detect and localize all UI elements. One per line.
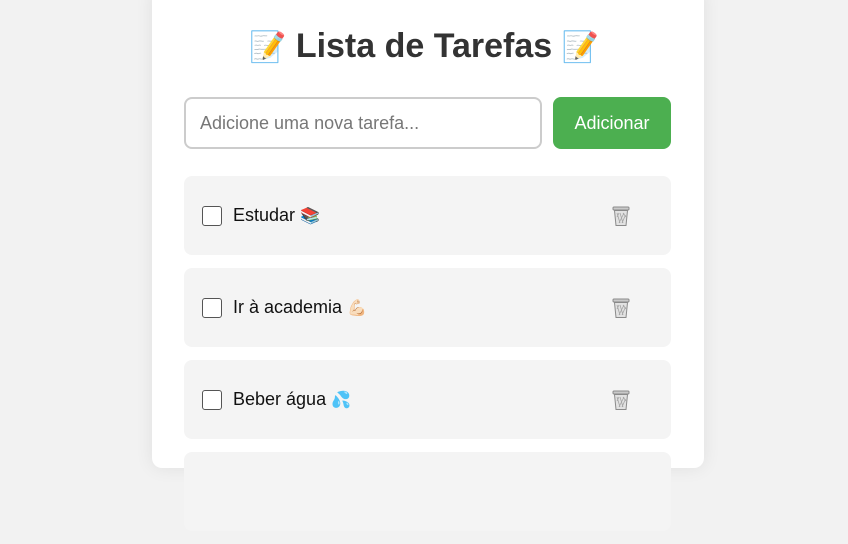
task-label-text: Ir à academia bbox=[233, 297, 343, 317]
task-item: Estudar 📚 bbox=[184, 176, 671, 255]
flexed-biceps-icon: 💪🏻 bbox=[347, 300, 367, 317]
task-label: Beber água 💦 bbox=[233, 389, 351, 410]
task-checkbox[interactable] bbox=[202, 206, 222, 226]
sweat-droplets-icon: 💦 bbox=[331, 392, 352, 409]
memo-icon: 📝 bbox=[249, 31, 287, 64]
trash-icon bbox=[612, 390, 630, 410]
task-checkbox[interactable] bbox=[202, 390, 222, 410]
delete-task-button[interactable] bbox=[608, 203, 634, 229]
task-list: Estudar 📚 Ir à academia 💪🏻 Beber água 💦 bbox=[184, 176, 671, 544]
task-label-text: Beber água bbox=[233, 389, 327, 409]
task-label: Estudar 📚 bbox=[233, 205, 320, 226]
memo-icon: 📝 bbox=[561, 31, 599, 64]
task-item: Beber água 💦 bbox=[184, 360, 671, 439]
add-task-button[interactable]: Adicionar bbox=[553, 97, 671, 149]
task-label-text: Estudar bbox=[233, 205, 296, 225]
new-task-input[interactable] bbox=[184, 97, 542, 149]
trash-icon bbox=[612, 206, 630, 226]
delete-task-button[interactable] bbox=[608, 295, 634, 321]
trash-icon bbox=[612, 298, 630, 318]
task-item: Ir à academia 💪🏻 bbox=[184, 268, 671, 347]
delete-task-button[interactable] bbox=[608, 387, 634, 413]
add-task-form: Adicionar bbox=[184, 97, 672, 149]
task-label: Ir à academia 💪🏻 bbox=[233, 297, 367, 318]
page-title: 📝 Lista de Tarefas 📝 bbox=[0, 26, 848, 68]
task-checkbox[interactable] bbox=[202, 298, 222, 318]
task-item-partial bbox=[184, 452, 671, 531]
books-icon: 📚 bbox=[300, 208, 320, 225]
page-title-text: Lista de Tarefas bbox=[295, 27, 553, 65]
